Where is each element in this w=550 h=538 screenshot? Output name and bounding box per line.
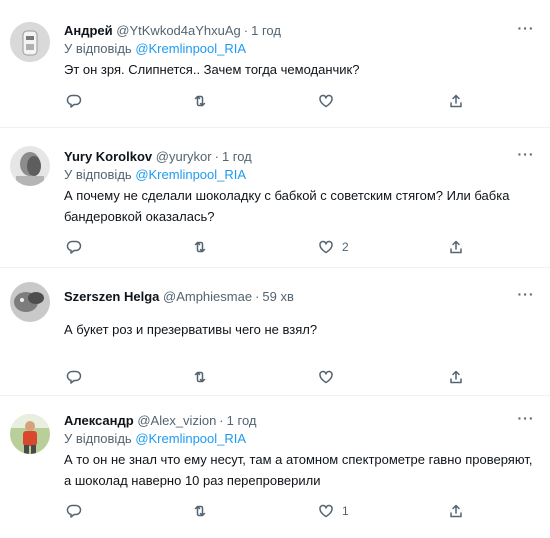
reply-context: У відповідь @Kremlinpool_RIA <box>64 41 247 56</box>
share-button[interactable] <box>448 502 464 520</box>
author-handle[interactable]: @Alex_vizion <box>137 413 216 428</box>
author-name[interactable]: Szerszen Helga <box>64 289 159 304</box>
avatar[interactable] <box>10 146 50 186</box>
more-icon[interactable]: ··· <box>516 286 536 302</box>
tweet-actions: 1 <box>0 502 550 520</box>
share-button[interactable] <box>448 238 464 256</box>
share-icon <box>450 370 462 384</box>
share-button[interactable] <box>448 92 464 110</box>
timestamp[interactable]: 59 хв <box>262 289 293 304</box>
tweet-text: А букет роз и презервативы чего не взял? <box>64 322 318 337</box>
reply-icon <box>66 504 82 518</box>
like-button[interactable] <box>318 92 342 110</box>
share-icon <box>450 504 462 518</box>
mention-link[interactable]: @Kremlinpool_RIA <box>135 167 246 182</box>
retweet-icon <box>194 505 206 517</box>
like-button[interactable] <box>318 368 342 386</box>
tweet-text: А почему не сделали шоколадку с бабкой с… <box>64 188 510 224</box>
tweet-text: А то он не знал что ему несут, там а ато… <box>64 452 533 488</box>
like-button[interactable]: 2 <box>318 238 349 256</box>
tweet-actions: 2 <box>0 238 550 256</box>
reply-button[interactable] <box>66 368 82 386</box>
tweet-text: Эт он зря. Слипнется.. Зачем тогда чемод… <box>64 62 360 77</box>
tweet-header: Szerszen Helga @Amphiesmae · 59 хв <box>64 289 294 304</box>
retweet-icon <box>194 241 206 253</box>
reply-icon <box>66 240 82 254</box>
tweet-actions <box>0 92 550 110</box>
heart-icon <box>319 370 333 384</box>
mention-link[interactable]: @Kremlinpool_RIA <box>135 41 246 56</box>
retweet-button[interactable] <box>192 502 208 520</box>
reply-button[interactable] <box>66 92 82 110</box>
tweet-actions <box>0 368 550 386</box>
retweet-button[interactable] <box>192 238 208 256</box>
author-name[interactable]: Андрей <box>64 23 113 38</box>
avatar[interactable] <box>10 414 50 454</box>
tweet-header: Андрей @YtKwkod4aYhxuAg · 1 год <box>64 23 281 38</box>
author-name[interactable]: Yury Korolkov <box>64 149 152 164</box>
reply-button[interactable] <box>66 238 82 256</box>
tweet-2[interactable]: Yury Korolkov @yurykor · 1 год У відповідь… <box>0 128 550 268</box>
reply-context: У відповідь @Kremlinpool_RIA <box>64 167 247 182</box>
timestamp[interactable]: 1 год <box>222 149 252 164</box>
retweet-button[interactable] <box>192 92 208 110</box>
heart-icon <box>319 240 333 254</box>
like-count: 1 <box>342 504 349 518</box>
like-count: 2 <box>342 240 349 254</box>
more-icon[interactable]: ··· <box>516 410 536 426</box>
tweet-header: Александр @Alex_vizion · 1 год <box>64 413 257 428</box>
avatar[interactable] <box>10 282 50 322</box>
share-icon <box>450 240 462 254</box>
more-icon[interactable]: ··· <box>516 146 536 162</box>
author-handle[interactable]: @yurykor <box>156 149 212 164</box>
reply-icon <box>66 94 82 108</box>
reply-button[interactable] <box>66 502 82 520</box>
heart-icon <box>319 94 333 108</box>
tweet-3[interactable]: Szerszen Helga @Amphiesmae · 59 хв А букет… <box>0 268 550 396</box>
reply-icon <box>66 370 82 384</box>
reply-feed: Андрей @YtKwkod4aYhxuAg · 1 год У відповід… <box>0 0 550 538</box>
tweet-1[interactable]: Андрей @YtKwkod4aYhxuAg · 1 год У відповід… <box>0 0 550 128</box>
tweet-header: Yury Korolkov @yurykor · 1 год <box>64 149 252 164</box>
author-name[interactable]: Александр <box>64 413 134 428</box>
author-handle[interactable]: @Amphiesmae <box>163 289 252 304</box>
retweet-icon <box>194 371 206 383</box>
retweet-icon <box>194 95 206 107</box>
timestamp[interactable]: 1 год <box>227 413 257 428</box>
reply-context: У відповідь @Kremlinpool_RIA <box>64 431 247 446</box>
timestamp[interactable]: 1 год <box>251 23 281 38</box>
tweet-4[interactable]: Александр @Alex_vizion · 1 год У відповідь… <box>0 396 550 538</box>
heart-icon <box>319 504 333 518</box>
like-button[interactable]: 1 <box>318 502 349 520</box>
avatar[interactable] <box>10 22 50 62</box>
mention-link[interactable]: @Kremlinpool_RIA <box>135 431 246 446</box>
share-icon <box>450 94 462 108</box>
more-icon[interactable]: ··· <box>516 20 536 36</box>
share-button[interactable] <box>448 368 464 386</box>
retweet-button[interactable] <box>192 368 208 386</box>
author-handle[interactable]: @YtKwkod4aYhxuAg <box>116 23 241 38</box>
